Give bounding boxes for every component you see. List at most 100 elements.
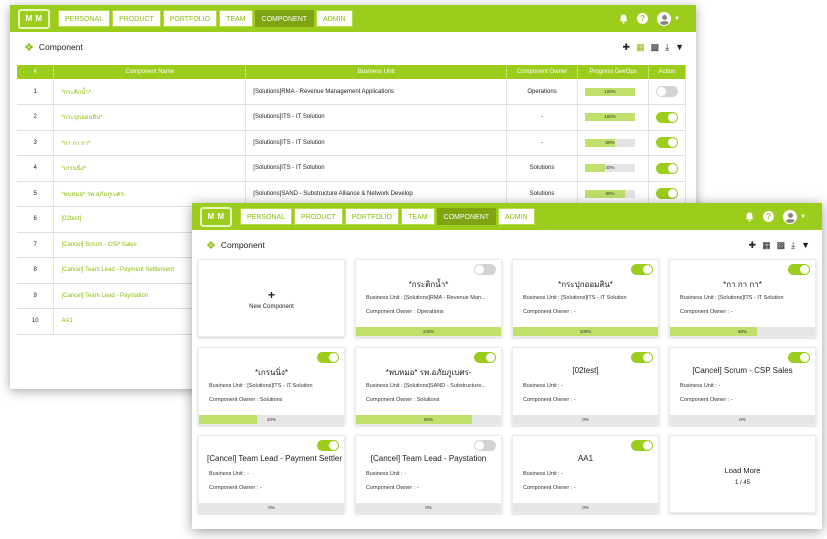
component-owner-prefix: Component Owner : (366, 485, 417, 491)
component-card[interactable]: *พบหมอ* รพ.อภัยภูเบศร- Business Unit : [S… (355, 347, 502, 425)
nav-tabs: PERSONAL PRODUCT PORTFOLIO TEAM COMPONEN… (58, 10, 353, 27)
col-header-progress[interactable]: Progress DevOps (577, 65, 649, 79)
component-card[interactable]: [Cancel] Team Lead - Payment Settler Busi… (198, 435, 345, 513)
card-title[interactable]: *พบหมอ* รพ.อภัยภูเบศร- (356, 366, 501, 379)
tab-portfolio[interactable]: PORTFOLIO (344, 208, 400, 225)
progress-bar: 100% (585, 87, 635, 96)
col-header-name[interactable]: Component Name (53, 65, 247, 79)
action-cell (648, 130, 687, 156)
logo[interactable]: M M (18, 8, 50, 29)
add-icon[interactable]: ✚ (749, 240, 757, 251)
enable-toggle[interactable] (788, 264, 810, 275)
download-icon[interactable]: ⤓ (665, 42, 669, 53)
load-more-button[interactable]: Load More (670, 466, 815, 475)
progress-bar: 80% (356, 415, 501, 424)
component-name-link[interactable]: *กา กา กา* (53, 130, 247, 156)
filter-icon[interactable]: ▼ (801, 240, 810, 250)
col-header-business-unit[interactable]: Business Unit (245, 65, 508, 79)
enable-toggle[interactable] (631, 440, 653, 451)
row-number: 2 (17, 104, 55, 131)
card-title[interactable]: *เกรนนิ่ง* (199, 366, 344, 379)
component-card[interactable]: [Cancel] Scrum - CSP Sales Business Unit … (669, 347, 816, 425)
bell-icon[interactable] (745, 212, 754, 222)
component-name-link[interactable]: *กระติกน้ำ* (53, 79, 247, 105)
tab-admin[interactable]: ADMIN (498, 208, 535, 225)
header-icons: ? ▼ (745, 203, 806, 230)
enable-toggle[interactable] (317, 352, 339, 363)
business-unit-value: [Solutions]ITS - IT Solution (561, 295, 627, 301)
enable-toggle[interactable] (474, 440, 496, 451)
component-owner-cell: Operations (506, 79, 578, 105)
bell-icon[interactable] (619, 14, 628, 24)
enable-toggle[interactable] (474, 352, 496, 363)
download-icon[interactable]: ⤓ (791, 240, 795, 251)
card-title[interactable]: [Cancel] Team Lead - Paystation (356, 454, 501, 463)
component-card-grid: + New Component *กระติกน้ำ* Business Unit… (198, 259, 816, 513)
enable-toggle[interactable] (788, 352, 810, 363)
tab-personal[interactable]: PERSONAL (58, 10, 111, 27)
new-component-card[interactable]: + New Component (198, 259, 345, 337)
caret-down-icon[interactable]: ▼ (800, 214, 806, 220)
component-card[interactable]: [02test] Business Unit : - Component Owner… (512, 347, 659, 425)
enable-toggle[interactable] (631, 264, 653, 275)
tab-component[interactable]: COMPONENT (436, 208, 497, 225)
tab-admin[interactable]: ADMIN (316, 10, 353, 27)
component-name-link[interactable]: *เกรนนิ่ง* (53, 155, 247, 182)
component-card[interactable]: *กระติกน้ำ* Business Unit : [Solutions]RM… (355, 259, 502, 337)
tab-portfolio[interactable]: PORTFOLIO (162, 10, 218, 27)
logo[interactable]: M M (200, 206, 232, 227)
col-header-owner[interactable]: Component Owner (506, 65, 578, 79)
help-icon[interactable]: ? (637, 13, 649, 24)
table-row[interactable]: 2 *กระปุกออมสิน* [Solutions]ITS - IT Solut… (17, 104, 687, 131)
filter-icon[interactable]: ▼ (675, 42, 684, 52)
card-title[interactable]: AA1 (513, 454, 658, 463)
table-row[interactable]: 4 *เกรนนิ่ง* [Solutions]ITS - IT Solution S… (17, 155, 687, 182)
component-card[interactable]: *เกรนนิ่ง* Business Unit : [Solutions]ITS… (198, 347, 345, 425)
grid-view-icon[interactable]: ▩ (651, 42, 660, 53)
add-icon[interactable]: ✚ (623, 42, 631, 53)
grid-view-icon[interactable]: ▩ (777, 240, 786, 251)
load-more-card[interactable]: Load More 1 / 45 (669, 435, 816, 513)
enable-toggle[interactable] (317, 440, 339, 451)
tab-product[interactable]: PRODUCT (294, 208, 343, 225)
tab-component[interactable]: COMPONENT (254, 10, 315, 27)
progress-label: 0% (739, 417, 746, 422)
card-title[interactable]: *กระปุกออมสิน* (513, 278, 658, 291)
component-card[interactable]: AA1 Business Unit : - Component Owner : -0… (512, 435, 659, 513)
business-unit-value: [Solutions]RMA - Revenue Man... (404, 295, 486, 301)
component-owner-line: Component Owner : - (366, 485, 493, 491)
component-name-link[interactable]: *กระปุกออมสิน* (53, 104, 247, 131)
enable-toggle[interactable] (655, 111, 678, 123)
avatar-icon[interactable] (783, 209, 798, 224)
enable-toggle[interactable] (631, 352, 653, 363)
action-cell (648, 155, 687, 182)
enable-toggle[interactable] (474, 264, 496, 275)
progress-bar: 100% (513, 327, 658, 336)
table-row[interactable]: 3 *กา กา กา* [Solutions]ITS - IT Solution -… (17, 130, 687, 156)
tab-team[interactable]: TEAM (219, 10, 253, 27)
caret-down-icon[interactable]: ▼ (674, 16, 680, 22)
enable-toggle[interactable] (655, 162, 678, 174)
component-card[interactable]: *กระปุกออมสิน* Business Unit : [Solutions… (512, 259, 659, 337)
component-card[interactable]: [Cancel] Team Lead - Paystation Business … (355, 435, 502, 513)
help-icon[interactable]: ? (763, 211, 775, 222)
table-row[interactable]: 1 *กระติกน้ำ* [Solutions]RMA - Revenue Man… (17, 79, 687, 105)
col-header-num[interactable]: # (17, 65, 55, 79)
business-unit-line: Business Unit : [Solutions]ITS - IT Solu… (523, 295, 650, 301)
enable-toggle[interactable] (655, 188, 678, 200)
card-title[interactable]: [Cancel] Team Lead - Payment Settler (199, 454, 344, 463)
tab-product[interactable]: PRODUCT (112, 10, 161, 27)
avatar-icon[interactable] (657, 11, 672, 26)
enable-toggle[interactable] (655, 86, 678, 97)
card-title[interactable]: *กา กา กา* (670, 278, 815, 291)
list-view-icon[interactable]: ▦ (762, 240, 771, 251)
enable-toggle[interactable] (655, 137, 678, 149)
component-card[interactable]: *กา กา กา* Business Unit : [Solutions]ITS… (669, 259, 816, 337)
card-title[interactable]: *กระติกน้ำ* (356, 278, 501, 291)
list-view-icon[interactable]: ▦ (636, 42, 645, 53)
card-title[interactable]: [02test] (513, 366, 658, 375)
tab-team[interactable]: TEAM (401, 208, 435, 225)
card-title[interactable]: [Cancel] Scrum - CSP Sales (670, 366, 815, 375)
tab-personal[interactable]: PERSONAL (240, 208, 293, 225)
header-icons: ? ▼ (619, 5, 680, 32)
